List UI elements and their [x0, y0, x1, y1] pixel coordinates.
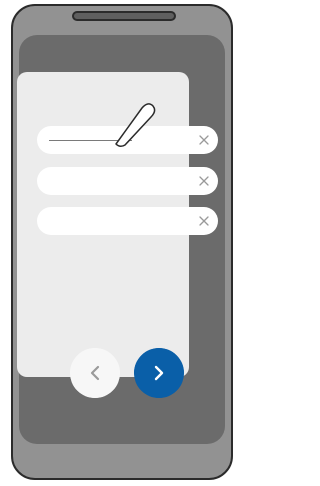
- clear-field-1-button[interactable]: [197, 133, 211, 147]
- clear-field-2-button[interactable]: [197, 174, 211, 188]
- text-field-3[interactable]: [37, 207, 218, 235]
- clear-field-3-button[interactable]: [197, 214, 211, 228]
- text-input-2[interactable]: [49, 171, 189, 191]
- text-input-3[interactable]: [49, 211, 189, 231]
- text-field-2[interactable]: [37, 167, 218, 195]
- phone-speaker: [72, 11, 176, 21]
- stylus-icon: [115, 103, 156, 148]
- close-icon: [199, 135, 209, 145]
- close-icon: [199, 216, 209, 226]
- previous-button[interactable]: [70, 348, 120, 398]
- close-icon: [199, 176, 209, 186]
- next-button[interactable]: [134, 348, 184, 398]
